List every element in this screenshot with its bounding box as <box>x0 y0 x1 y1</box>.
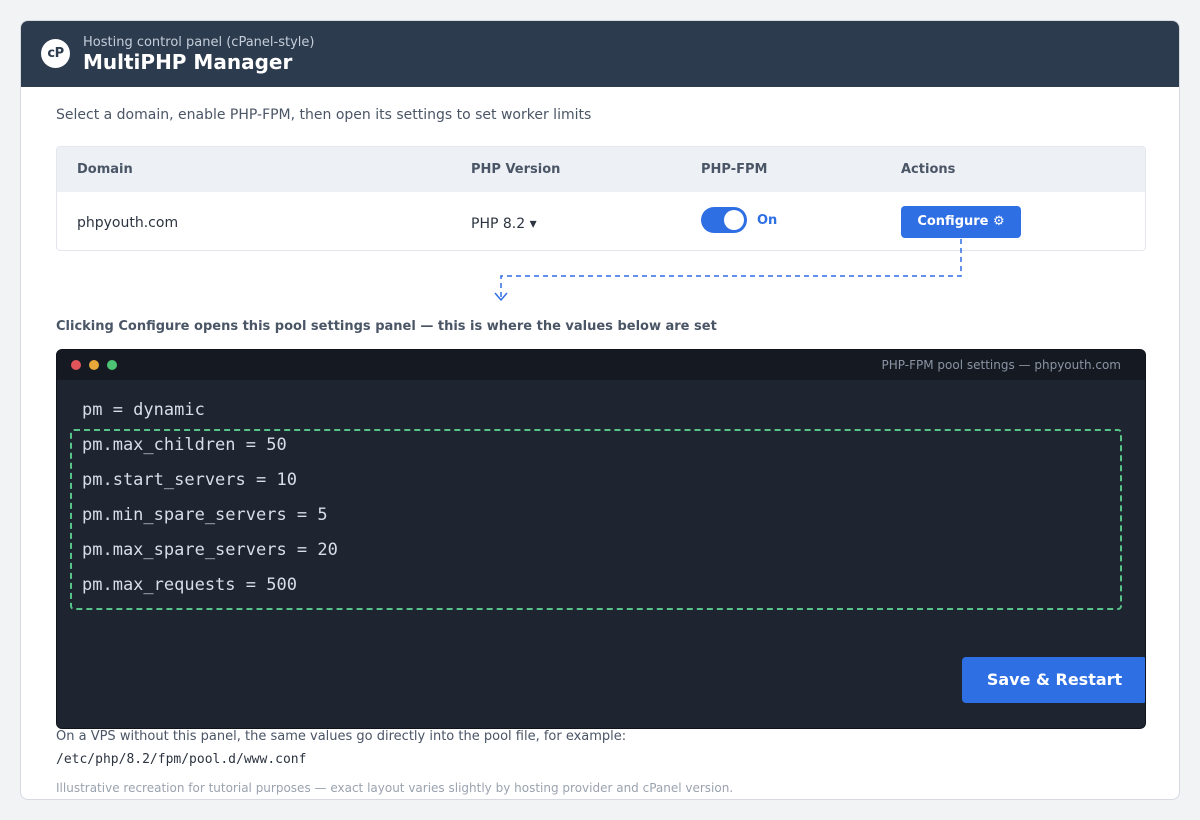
panel-card: cP Hosting control panel (cPanel-style) … <box>20 20 1180 800</box>
config-line-pm[interactable]: pm = dynamic <box>82 400 205 420</box>
maximize-dot-icon <box>107 360 117 370</box>
pool-settings-panel: PHP-FPM pool settings — phpyouth.com pm … <box>56 349 1146 729</box>
config-line-max-children[interactable]: pm.max_children = 50 <box>82 435 287 455</box>
vps-note: On a VPS without this panel, the same va… <box>56 729 627 744</box>
window-title: PHP-FPM pool settings — phpyouth.com <box>881 358 1121 372</box>
config-line-max-spare-servers[interactable]: pm.max_spare_servers = 20 <box>82 540 338 560</box>
panel-caption: Clicking Configure opens this pool setti… <box>56 319 717 334</box>
config-line-max-requests[interactable]: pm.max_requests = 500 <box>82 575 297 595</box>
config-line-start-servers[interactable]: pm.start_servers = 10 <box>82 470 297 490</box>
config-line-min-spare-servers[interactable]: pm.min_spare_servers = 5 <box>82 505 328 525</box>
minimize-dot-icon <box>89 360 99 370</box>
save-restart-button[interactable]: Save & Restart <box>962 657 1145 703</box>
connector-arrow <box>494 239 962 302</box>
pool-file-path: /etc/php/8.2/fpm/pool.d/www.conf <box>56 752 307 767</box>
window-titlebar: PHP-FPM pool settings — phpyouth.com <box>57 350 1145 380</box>
close-dot-icon <box>71 360 81 370</box>
footnote: Illustrative recreation for tutorial pur… <box>56 781 734 795</box>
